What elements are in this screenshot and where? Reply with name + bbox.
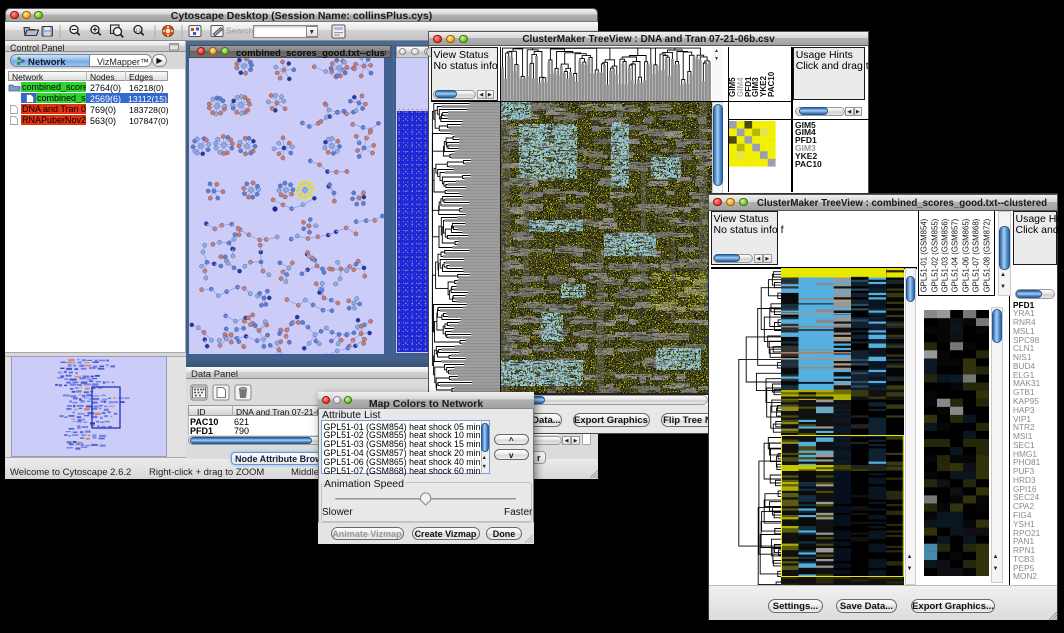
svg-text:Search:: Search: <box>226 25 256 35</box>
svg-text:1:1: 1:1 <box>135 27 142 32</box>
